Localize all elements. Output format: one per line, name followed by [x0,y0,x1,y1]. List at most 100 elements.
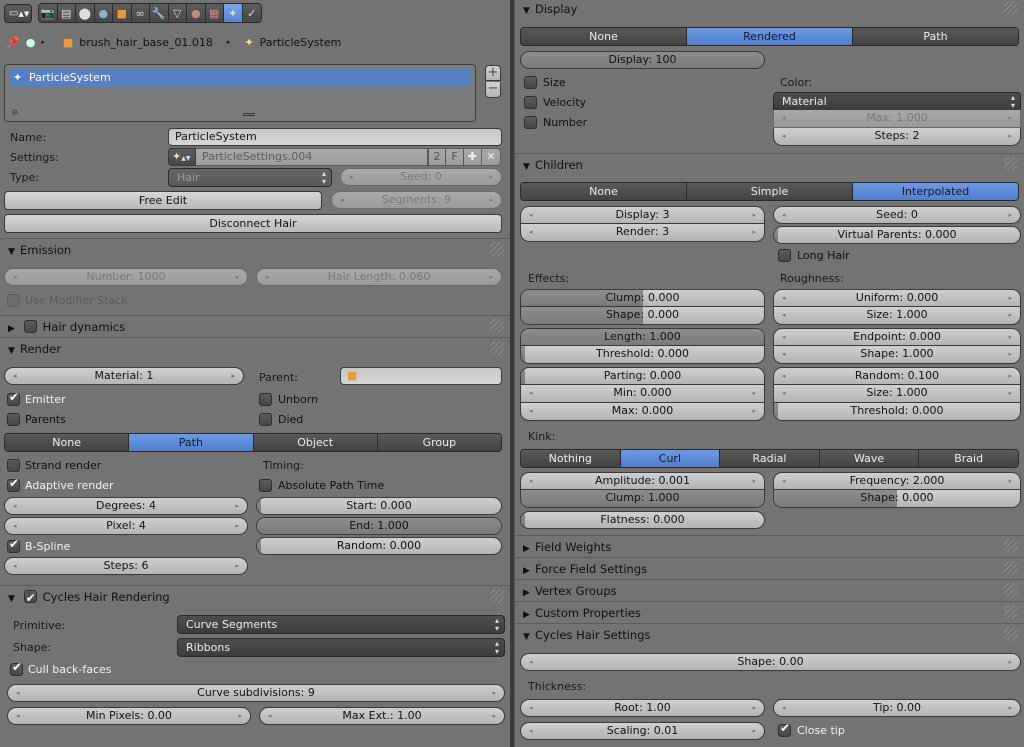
display-panel-header[interactable]: ▼ Display [515,0,1024,20]
adaptive-render-checkbox[interactable] [7,476,20,492]
disconnect-hair-button[interactable]: Disconnect Hair [4,214,502,233]
kink-mode-wave[interactable]: Wave [819,450,920,467]
render-mode-object[interactable]: Object [253,434,378,451]
texture-icon[interactable]: ▦ [205,4,224,22]
cull-back-faces-checkbox[interactable] [10,660,23,676]
pixel-field[interactable]: ◂ Pixel: 4 ▸ [4,517,248,535]
curve-subdivisions-field[interactable]: ◂ Curve subdivisions: 9 ▸ [7,684,505,702]
color-max-field[interactable]: ◂ Max: 1.000 ▸ [773,110,1021,128]
cycles-hair-rendering-checkbox[interactable] [23,587,37,609]
parting-min-field[interactable]: ◂ Min: 0.000 ▸ [520,385,765,403]
scene-icon[interactable]: ⬤ [76,4,95,22]
cycles-hair-settings-panel-header[interactable]: ▼ Cycles Hair Settings [515,623,1024,645]
absolute-path-time-checkbox[interactable] [259,479,272,492]
amplitude-field[interactable]: ◂ Amplitude: 0.001 ▸ [520,472,765,490]
strand-render-checkbox[interactable] [7,459,20,472]
start-slider[interactable]: Start: 0.000 [256,497,502,515]
custom-properties-panel-header[interactable]: ▶ Custom Properties [515,601,1024,623]
render-mode-none[interactable]: None [5,434,130,451]
physics-icon[interactable]: ✓ [242,4,261,22]
kink-mode-radial[interactable]: Radial [720,450,820,467]
render-layers-icon[interactable]: ▤ [57,4,76,22]
list-resize-grip[interactable] [243,113,255,116]
free-edit-button[interactable]: Free Edit [4,191,322,210]
use-modifier-stack-checkbox[interactable] [7,294,20,307]
segments-field[interactable]: ◂ Segments: 9 ▸ [331,191,502,209]
parent-field[interactable]: ■ [340,367,502,385]
drag-grip-icon[interactable] [1004,539,1018,553]
kink-mode-braid[interactable]: Braid [919,450,1018,467]
color-dropdown[interactable]: Material ▴ ▾ [773,92,1021,111]
number-field[interactable]: ◂ Number: 1000 ▸ [4,268,248,286]
emission-panel-header[interactable]: ▼ Emission [0,238,510,260]
frequency-field[interactable]: ◂ Frequency: 2.000 ▸ [773,472,1021,490]
rough-random-size-field[interactable]: ◂ Size: 1.000 ▸ [773,385,1021,403]
force-field-settings-panel-header[interactable]: ▶ Force Field Settings [515,557,1024,579]
settings-browse-button[interactable]: ✦▲▼ [168,148,196,166]
drag-grip-icon[interactable] [1004,627,1018,641]
render-icon[interactable]: 📷 [39,4,58,22]
primitive-dropdown[interactable]: Curve Segments ▴ ▾ [177,615,505,634]
rough-threshold-slider[interactable]: Threshold: 0.000 [773,403,1021,421]
parting-slider[interactable]: Parting: 0.000 [520,367,765,385]
render-panel-header[interactable]: ▼ Render [0,337,510,359]
degrees-field[interactable]: ◂ Degrees: 4 ▸ [4,497,248,515]
drag-grip-icon[interactable] [490,341,504,355]
editor-type-button[interactable]: ▭▲▼ [4,4,32,23]
hair-dynamics-panel-header[interactable]: ▶ Hair dynamics [0,315,510,337]
rough-uniform-size-field[interactable]: ◂ Size: 1.000 ▸ [773,307,1021,325]
tip-field[interactable]: ◂ Tip: 0.00 ▸ [773,699,1021,717]
parting-max-field[interactable]: ◂ Max: 0.000 ▸ [520,403,765,421]
render-mode-group[interactable]: Group [377,434,501,451]
unlink-settings-button[interactable]: ✕ [481,148,501,166]
threshold-slider[interactable]: Threshold: 0.000 [520,346,765,364]
display-mode-none[interactable]: None [521,28,687,45]
clump-shape-slider[interactable]: Shape: 0.000 [520,307,765,325]
drag-grip-icon[interactable] [1004,157,1018,171]
rough-endpoint-field[interactable]: ◂ Endpoint: 0.000 ▸ [773,328,1021,346]
cycles-hair-rendering-panel-header[interactable]: ▼ Cycles Hair Rendering [0,585,510,609]
virtual-parents-slider[interactable]: Virtual Parents: 0.000 [773,226,1021,244]
number-checkbox[interactable] [524,116,537,129]
children-mode-interpolated[interactable]: Interpolated [853,183,1018,200]
kink-mode-curl[interactable]: Curl [620,450,721,467]
new-settings-button[interactable]: ✚ [463,148,481,166]
name-field[interactable]: ParticleSystem [168,128,502,146]
users-count-button[interactable]: 2 [428,148,445,166]
drag-grip-icon[interactable] [490,242,504,256]
filter-options-icon[interactable]: ⊕ [11,108,19,118]
size-checkbox[interactable] [524,76,537,89]
steps-field[interactable]: ◂ Steps: 6 ▸ [4,557,248,575]
children-mode-simple[interactable]: Simple [687,183,853,200]
length-slider[interactable]: Length: 1.000 [520,328,765,346]
end-slider[interactable]: End: 1.000 [256,517,502,535]
long-hair-checkbox[interactable] [778,249,791,262]
children-render-field[interactable]: ◂ Render: 3 ▸ [520,224,765,242]
died-checkbox[interactable] [259,413,272,426]
velocity-checkbox[interactable] [524,96,537,109]
max-ext-field[interactable]: ◂ Max Ext.: 1.00 ▸ [259,707,505,725]
drag-grip-icon[interactable] [490,589,504,603]
hair-dynamics-checkbox[interactable] [23,320,37,333]
emitter-checkbox[interactable] [7,390,20,406]
object-icon[interactable]: ■ [113,4,132,22]
children-panel-header[interactable]: ▼ Children [515,153,1024,175]
hair-shape-field[interactable]: ◂ Shape: 0.00 ▸ [520,653,1021,671]
display-mode-path[interactable]: Path [853,28,1018,45]
data-icon[interactable]: ▽ [168,4,187,22]
field-weights-panel-header[interactable]: ▶ Field Weights [515,535,1024,557]
seed-field[interactable]: ◂ Seed: 0 ▸ [340,168,502,186]
drag-grip-icon[interactable] [490,319,504,333]
children-display-field[interactable]: ◂ Display: 3 ▸ [520,206,765,224]
pin-icon[interactable]: 📌 [6,36,20,49]
particles-icon[interactable]: ✦ [224,4,243,22]
random-slider[interactable]: Random: 0.000 [256,537,502,555]
rough-endpoint-shape-field[interactable]: ◂ Shape: 1.000 ▸ [773,346,1021,364]
close-tip-checkbox[interactable] [778,721,791,737]
drag-grip-icon[interactable] [1004,605,1018,619]
min-pixels-field[interactable]: ◂ Min Pixels: 0.00 ▸ [7,707,251,725]
fake-user-button[interactable]: F [445,148,463,166]
scaling-field[interactable]: ◂ Scaling: 0.01 ▸ [520,722,765,740]
type-dropdown[interactable]: Hair ▴ ▾ [168,168,332,187]
children-seed-field[interactable]: ◂ Seed: 0 ▸ [773,206,1021,224]
